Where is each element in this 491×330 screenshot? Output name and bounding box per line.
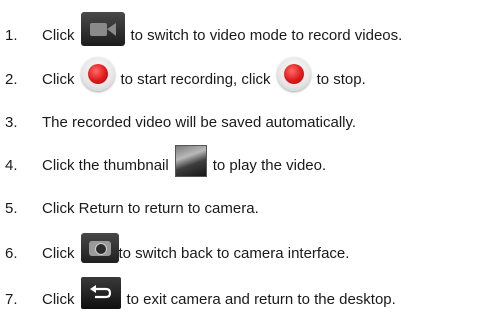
step-text-post: to stop. <box>316 70 366 88</box>
step-text-pre: Click <box>42 244 75 262</box>
step-text: Click Return to return to camera. <box>42 199 259 217</box>
return-arrow-icon <box>80 277 121 309</box>
step-text: Click to switch to video mode to record … <box>42 12 403 46</box>
step-text-pre: Click <box>42 26 75 44</box>
step-number: 7. <box>5 290 18 308</box>
step-text: Click to exit camera and return to the d… <box>42 277 396 309</box>
camera-icon <box>80 233 119 263</box>
step-text: Click the thumbnail to play the video. <box>42 145 327 177</box>
step-text: The recorded video will be saved automat… <box>42 113 357 131</box>
step-number: 6. <box>5 244 18 262</box>
step-text: Click to switch back to camera interface… <box>42 233 350 263</box>
step-text: Click to start recording, click to stop. <box>42 57 366 91</box>
step-text-pre: Click the thumbnail <box>42 156 169 174</box>
step-text-pre: Click <box>42 290 75 308</box>
step-text-post: to switch to video mode to record videos… <box>130 26 403 44</box>
step-number: 5. <box>5 199 18 217</box>
step-text-post: to play the video. <box>212 156 327 174</box>
step-text-post: to switch back to camera interface. <box>118 244 350 262</box>
video-camera-icon <box>80 12 125 46</box>
step-number: 2. <box>5 70 18 88</box>
step-text-pre: Click <box>42 70 75 88</box>
return-arrow-glyph <box>89 285 111 299</box>
step-number: 3. <box>5 113 18 131</box>
record-button-icon <box>276 57 311 91</box>
step-text-mid: to start recording, click <box>120 70 271 88</box>
step-number: 1. <box>5 26 18 44</box>
video-thumbnail-icon <box>174 145 207 177</box>
step-number: 4. <box>5 156 18 174</box>
record-button-icon <box>80 57 115 91</box>
step-text-post: to exit camera and return to the desktop… <box>126 290 396 308</box>
